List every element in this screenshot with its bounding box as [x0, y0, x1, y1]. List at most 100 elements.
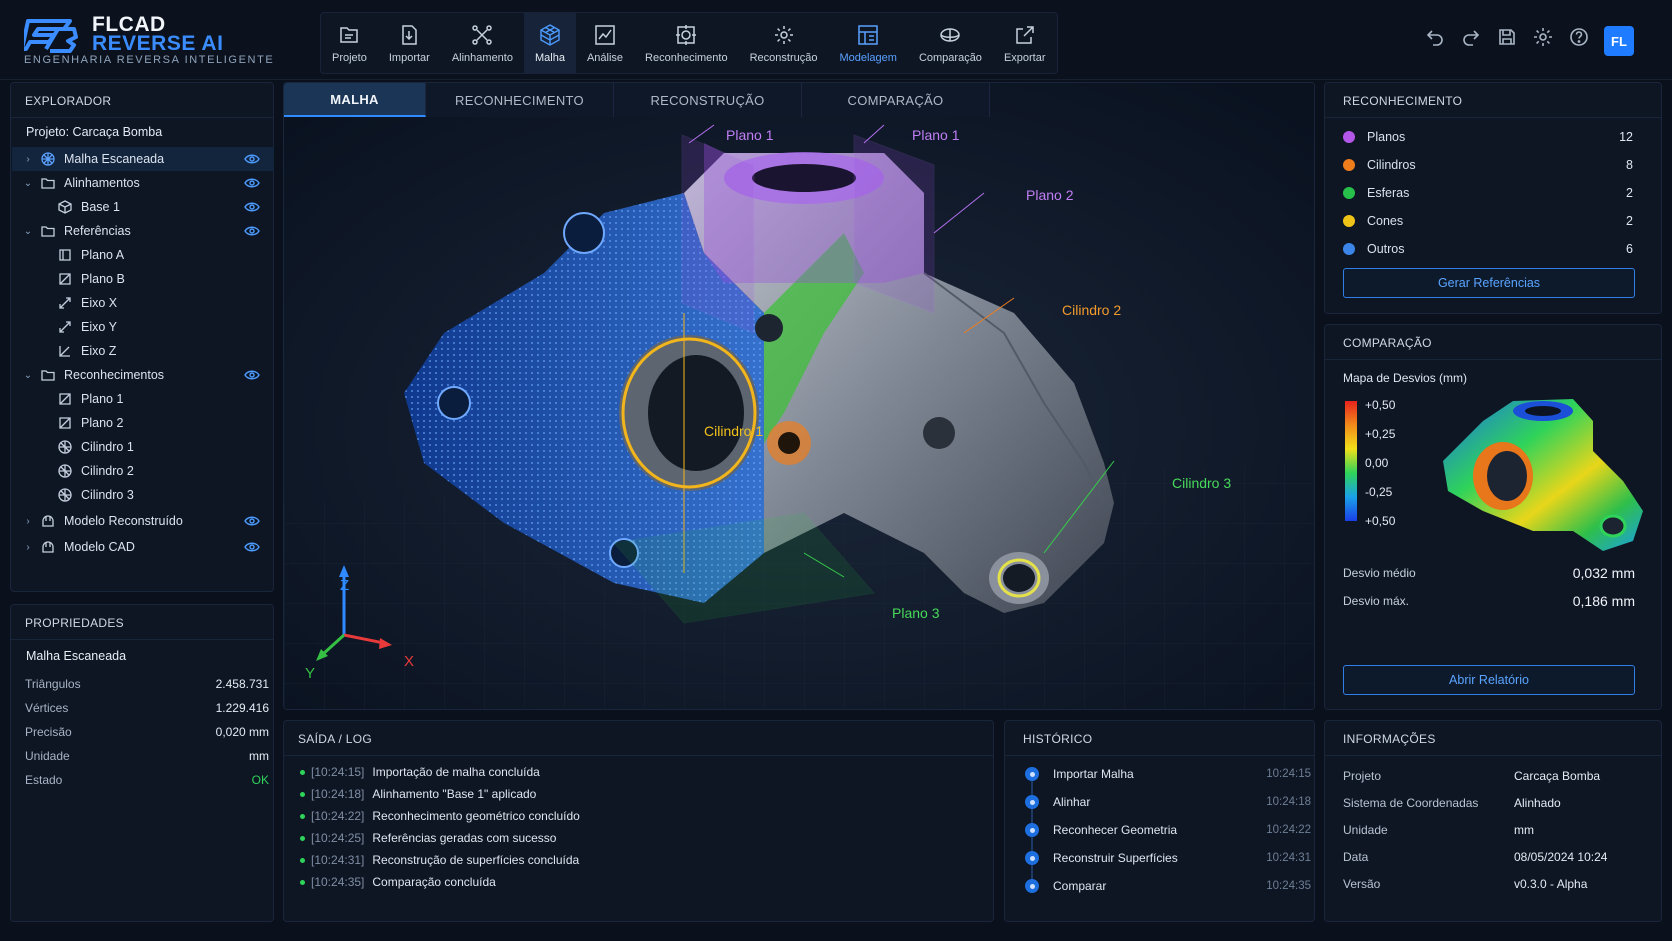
property-value: mm	[249, 749, 269, 763]
explorer-title: EXPLORADOR	[25, 94, 112, 108]
visibility-eye-icon[interactable]	[244, 541, 260, 553]
generate-references-button[interactable]: Gerar Referências	[1343, 268, 1635, 298]
properties-object-name: Malha Escaneada	[26, 649, 127, 663]
annotation-plano-3: Plano 3	[892, 605, 940, 621]
toolbar-comparacao-button[interactable]: Comparação	[908, 13, 993, 73]
user-avatar[interactable]: FL	[1604, 26, 1634, 56]
3d-viewport[interactable]: MALHA RECONHECIMENTO RECONSTRUÇÃO COMPAR…	[283, 82, 1315, 710]
chevron-down-icon[interactable]: ⌄	[22, 178, 34, 189]
tree-item-cilindro-2[interactable]: Cilindro 2	[12, 459, 274, 483]
info-value: mm	[1514, 823, 1534, 837]
tree-item-label: Cilindro 2	[81, 464, 134, 478]
help-icon[interactable]	[1568, 26, 1590, 48]
history-time: 10:24:22	[1266, 824, 1311, 836]
success-dot-icon	[300, 791, 305, 797]
viewport-canvas[interactable]	[284, 83, 1315, 710]
property-row: Vértices 1.229.416	[25, 701, 269, 715]
tab-reconhecimento[interactable]: RECONHECIMENTO	[426, 83, 614, 117]
toolbar-exportar-button[interactable]: Exportar	[993, 13, 1057, 73]
visibility-eye-icon[interactable]	[244, 225, 260, 237]
spheres-icon	[1343, 187, 1355, 199]
settings-icon[interactable]	[1532, 26, 1554, 48]
tree-item-cilindro-3[interactable]: Cilindro 3	[12, 483, 274, 507]
cylinder-icon	[58, 440, 72, 454]
redo-icon[interactable]	[1460, 26, 1482, 48]
info-value: 08/05/2024 10:24	[1514, 850, 1608, 864]
tab-comparacao[interactable]: COMPARAÇÃO	[802, 83, 990, 117]
alignment-icon	[472, 24, 493, 45]
toolbar-projeto-button[interactable]: Projeto	[321, 13, 378, 73]
tree-item-label: Base 1	[81, 200, 120, 214]
recognition-item-cilindros: Cilindros 8	[1343, 155, 1633, 175]
save-icon[interactable]	[1496, 26, 1518, 48]
tree-item-referencias[interactable]: ⌄ Referências	[12, 219, 274, 243]
history-title: HISTÓRICO	[1023, 732, 1093, 746]
log-time: [10:24:15]	[311, 765, 365, 779]
annotation-plano-1: Plano 1	[726, 127, 774, 143]
chevron-right-icon[interactable]: ›	[22, 516, 34, 527]
reconstruction-icon	[774, 25, 793, 44]
toolbar-alinhamento-button[interactable]: Alinhamento	[441, 13, 524, 73]
tree-item-eixo-x[interactable]: Eixo X	[12, 291, 274, 315]
visibility-eye-icon[interactable]	[244, 177, 260, 189]
toolbar-label: Modelagem	[839, 51, 897, 64]
visibility-eye-icon[interactable]	[244, 201, 260, 213]
tab-reconstrucao[interactable]: RECONSTRUÇÃO	[614, 83, 802, 117]
toolbar-modelagem-button[interactable]: Modelagem	[828, 13, 907, 73]
chevron-down-icon[interactable]: ⌄	[22, 226, 34, 237]
tree-item-eixo-z[interactable]: Eixo Z	[12, 339, 274, 363]
property-row: Estado OK	[25, 773, 269, 787]
success-dot-icon	[300, 879, 305, 885]
tab-malha[interactable]: MALHA	[284, 83, 426, 117]
log-time: [10:24:25]	[311, 831, 365, 845]
open-report-button[interactable]: Abrir Relatório	[1343, 665, 1635, 695]
tree-item-eixo-y[interactable]: Eixo Y	[12, 315, 274, 339]
chevron-right-icon[interactable]: ›	[22, 154, 34, 165]
chevron-down-icon[interactable]: ⌄	[22, 370, 34, 381]
tree-item-reconhecimentos[interactable]: ⌄ Reconhecimentos	[12, 363, 274, 387]
toolbar-malha-button[interactable]: Malha	[523, 13, 576, 73]
toolbar-analise-button[interactable]: Análise	[576, 13, 634, 73]
project-name: Projeto: Carcaça Bomba	[26, 125, 163, 139]
tree-item-modelo-cad[interactable]: › Modelo CAD	[12, 535, 274, 559]
info-key: Projeto	[1343, 769, 1382, 783]
history-entry[interactable]: Comparar 10:24:35	[1025, 879, 1311, 893]
tree-item-plano-1[interactable]: Plano 1	[12, 387, 274, 411]
tree-item-alinhamentos[interactable]: ⌄ Alinhamentos	[12, 171, 274, 195]
model-icon	[42, 515, 54, 527]
visibility-eye-icon[interactable]	[244, 153, 260, 165]
toolbar-importar-button[interactable]: Importar	[378, 13, 441, 73]
deviation-heatmap-preview	[1443, 399, 1643, 551]
history-entry[interactable]: Reconstruir Superfícies 10:24:31	[1025, 851, 1311, 865]
log-entry: [10:24:22] Reconhecimento geométrico conc…	[300, 809, 580, 823]
tree-item-plano-2[interactable]: Plano 2	[12, 411, 274, 435]
divider	[1325, 755, 1661, 756]
log-message: Comparação concluída	[372, 875, 496, 889]
history-time: 10:24:31	[1266, 852, 1311, 864]
tree-item-modelo-reconstruido[interactable]: › Modelo Reconstruído	[12, 509, 274, 533]
annotation-cilindro-1: Cilindro 1	[704, 423, 764, 439]
toolbar-reconhecimento-button[interactable]: Reconhecimento	[634, 13, 739, 73]
visibility-eye-icon[interactable]	[244, 515, 260, 527]
history-entry[interactable]: Importar Malha 10:24:15	[1025, 767, 1311, 781]
visibility-eye-icon[interactable]	[244, 369, 260, 381]
chevron-right-icon[interactable]: ›	[22, 542, 34, 553]
tree-item-base-1[interactable]: Base 1	[12, 195, 274, 219]
history-entry[interactable]: Alinhar 10:24:18	[1025, 795, 1311, 809]
log-time: [10:24:31]	[311, 853, 365, 867]
log-entry: [10:24:18] Alinhamento "Base 1" aplicado	[300, 787, 536, 801]
tree-item-malha-escaneada[interactable]: › Malha Escaneada	[12, 147, 274, 171]
planes-icon	[1343, 131, 1355, 143]
toolbar-reconstrucao-button[interactable]: Reconstrução	[739, 13, 829, 73]
tree-item-cilindro-1[interactable]: Cilindro 1	[12, 435, 274, 459]
scale-label: -0,25	[1365, 485, 1393, 499]
undo-icon[interactable]	[1424, 26, 1446, 48]
log-entry: [10:24:15] Importação de malha concluída	[300, 765, 540, 779]
history-entry[interactable]: Reconhecer Geometria 10:24:22	[1025, 823, 1311, 837]
recognition-panel: RECONHECIMENTO Planos 12 Cilindros 8 Esfer…	[1324, 82, 1662, 314]
tree-item-plano-a[interactable]: Plano A	[12, 243, 274, 267]
plane-icon	[59, 249, 71, 261]
recognition-item-cones: Cones 2	[1343, 211, 1633, 231]
property-key: Triângulos	[25, 677, 81, 691]
tree-item-plano-b[interactable]: Plano B	[12, 267, 274, 291]
